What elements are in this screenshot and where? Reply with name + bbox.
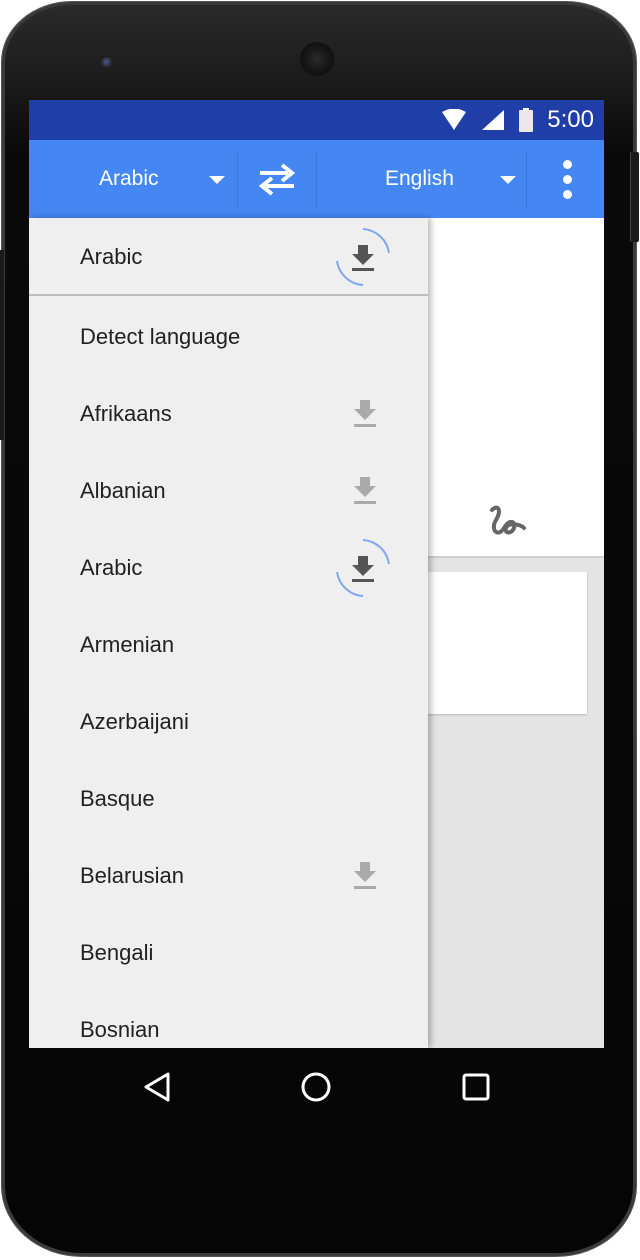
language-list-item[interactable]: Armenian xyxy=(29,606,428,683)
volume-button xyxy=(0,250,4,440)
language-label: Bengali xyxy=(80,939,154,965)
language-list-item[interactable]: Bengali xyxy=(29,914,428,991)
download-progress-icon[interactable] xyxy=(331,536,395,600)
download-icon[interactable] xyxy=(347,858,383,894)
language-list-item[interactable]: Arabic xyxy=(29,529,428,606)
download-icon[interactable] xyxy=(347,396,383,432)
home-icon xyxy=(301,1072,331,1102)
language-list-item[interactable]: Detect language xyxy=(29,298,428,375)
source-caret-icon xyxy=(209,176,225,184)
selected-language-item[interactable]: Arabic xyxy=(29,218,428,295)
language-dropdown-menu: Arabic Detect language Afrikaans Albanian A… xyxy=(29,218,428,1048)
more-dot xyxy=(562,174,572,184)
download-progress-icon[interactable] xyxy=(331,225,395,289)
cell-signal-icon xyxy=(482,110,505,130)
language-label: Azerbaijani xyxy=(80,708,189,734)
more-dot xyxy=(562,189,572,199)
language-label: Basque xyxy=(80,785,155,811)
back-button[interactable] xyxy=(132,1062,182,1112)
toolbar-divider xyxy=(526,152,527,208)
language-label: Armenian xyxy=(80,631,175,657)
language-list-item[interactable]: Basque xyxy=(29,760,428,837)
selected-language-label: Arabic xyxy=(80,243,143,269)
source-language-select[interactable]: Arabic xyxy=(29,140,234,218)
power-button xyxy=(630,152,639,242)
toolbar-divider xyxy=(237,152,238,208)
source-language-label: Arabic xyxy=(99,167,159,190)
language-list-item[interactable]: Afrikaans xyxy=(29,375,428,452)
navigation-bar xyxy=(29,1048,604,1126)
language-label: Detect language xyxy=(80,323,241,349)
language-label: Bosnian xyxy=(80,1016,160,1042)
language-list-item[interactable]: Azerbaijani xyxy=(29,683,428,760)
target-language-select[interactable]: English xyxy=(317,140,525,218)
language-label: Afrikaans xyxy=(80,400,172,426)
more-options-button[interactable] xyxy=(547,154,587,204)
back-icon xyxy=(144,1072,170,1102)
recents-button[interactable] xyxy=(451,1062,501,1112)
earpiece-speaker xyxy=(302,44,332,74)
app-toolbar: Arabic English xyxy=(29,140,604,218)
language-label: Arabic xyxy=(80,554,143,580)
menu-divider xyxy=(29,294,428,296)
download-icon[interactable] xyxy=(347,473,383,509)
handwriting-icon[interactable] xyxy=(484,498,534,548)
language-label: Belarusian xyxy=(80,862,184,888)
home-button[interactable] xyxy=(291,1062,341,1112)
language-list-item[interactable]: Albanian xyxy=(29,452,428,529)
status-time: 5:00 xyxy=(547,106,594,133)
battery-icon xyxy=(519,108,534,132)
target-language-label: English xyxy=(385,167,454,190)
front-camera xyxy=(101,57,113,69)
swap-languages-button[interactable] xyxy=(247,154,307,204)
recents-icon xyxy=(462,1073,490,1101)
wifi-icon xyxy=(442,109,467,130)
screen: 5:00 Arabic English Arabic Detect langua… xyxy=(29,100,604,1048)
language-list-item[interactable]: Bosnian xyxy=(29,991,428,1048)
more-vertical-icon xyxy=(562,159,572,169)
swap-arrows-icon xyxy=(258,163,296,196)
language-list-item[interactable]: Belarusian xyxy=(29,837,428,914)
target-caret-icon xyxy=(500,176,516,184)
status-bar: 5:00 xyxy=(29,100,604,140)
language-label: Albanian xyxy=(80,477,166,503)
